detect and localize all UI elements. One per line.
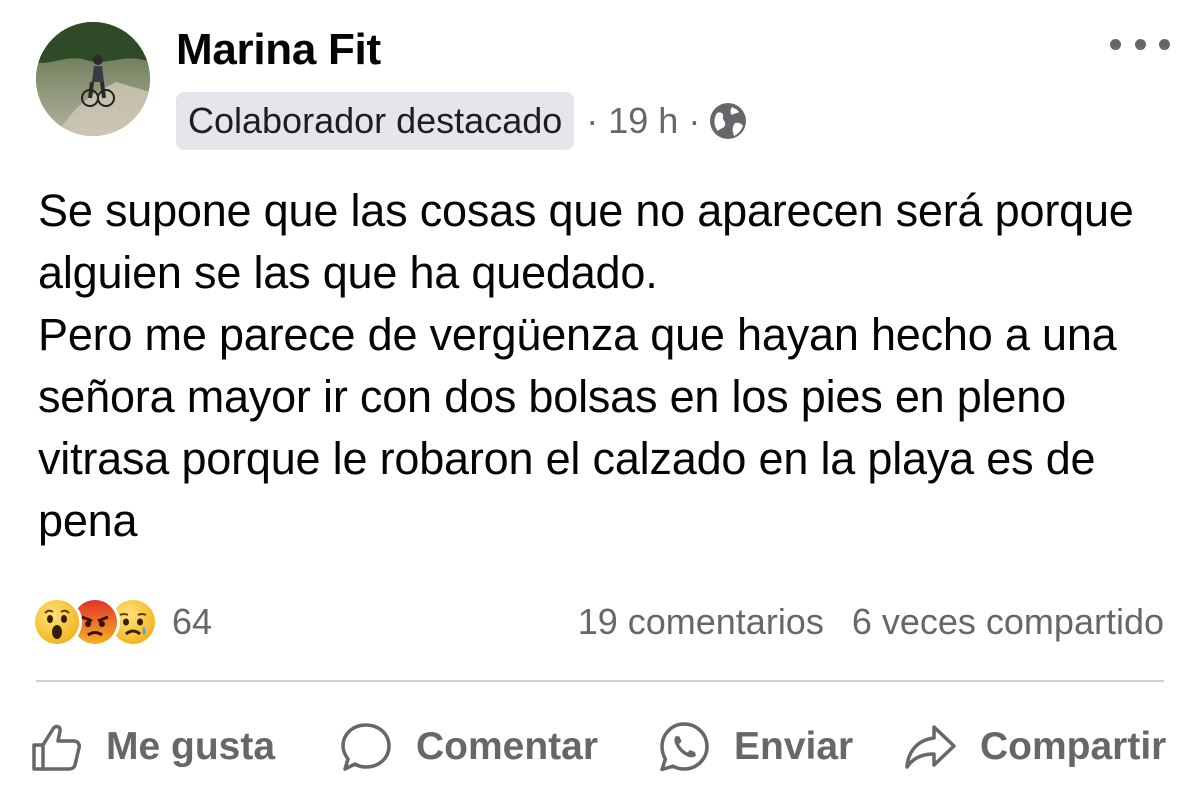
- more-options-button[interactable]: [1110, 30, 1170, 58]
- post-paragraph: Pero me parece de vergüenza que hayan he…: [38, 309, 1117, 546]
- reactions-summary[interactable]: 64: [32, 594, 212, 650]
- dot-icon: [1159, 38, 1170, 50]
- comment-button[interactable]: Comentar: [338, 712, 598, 782]
- share-arrow-icon: [905, 725, 956, 769]
- whatsapp-icon: [660, 722, 709, 772]
- thumbs-up-icon: [32, 724, 81, 771]
- dot-icon: [1110, 38, 1121, 50]
- reaction-count[interactable]: 64: [172, 601, 212, 643]
- comments-count[interactable]: 19 comentarios: [578, 601, 824, 643]
- post-meta: Colaborador destacado · 19 h ·: [176, 92, 748, 150]
- contributor-badge[interactable]: Colaborador destacado: [176, 92, 575, 150]
- comment-label: Comentar: [416, 725, 599, 768]
- post-paragraph: Se supone que las cosas que no aparecen …: [38, 185, 1134, 298]
- divider: [36, 680, 1164, 682]
- dot-icon: [1134, 38, 1146, 50]
- like-label: Me gusta: [106, 725, 276, 768]
- send-label: Enviar: [734, 725, 854, 768]
- avatar[interactable]: [36, 22, 150, 136]
- comment-bubble-icon: [341, 723, 391, 771]
- shares-count[interactable]: 6 veces compartido: [852, 601, 1164, 643]
- share-label: Compartir: [980, 725, 1167, 768]
- globe-icon[interactable]: [708, 101, 748, 141]
- post-timestamp[interactable]: · 19 h ·: [586, 100, 700, 142]
- send-whatsapp-button[interactable]: Enviar: [656, 712, 853, 782]
- author-name[interactable]: Marina Fit: [176, 24, 381, 76]
- like-button[interactable]: Me gusta: [28, 712, 275, 782]
- post-actions: Me gusta Comentar Enviar Compartir: [0, 712, 1200, 782]
- share-button[interactable]: Compartir: [902, 712, 1166, 782]
- post-stats: 19 comentarios 6 veces compartido: [578, 594, 1164, 650]
- post-body: Se supone que las cosas que no aparecen …: [38, 180, 1178, 552]
- wow-emoji-icon: [32, 597, 82, 647]
